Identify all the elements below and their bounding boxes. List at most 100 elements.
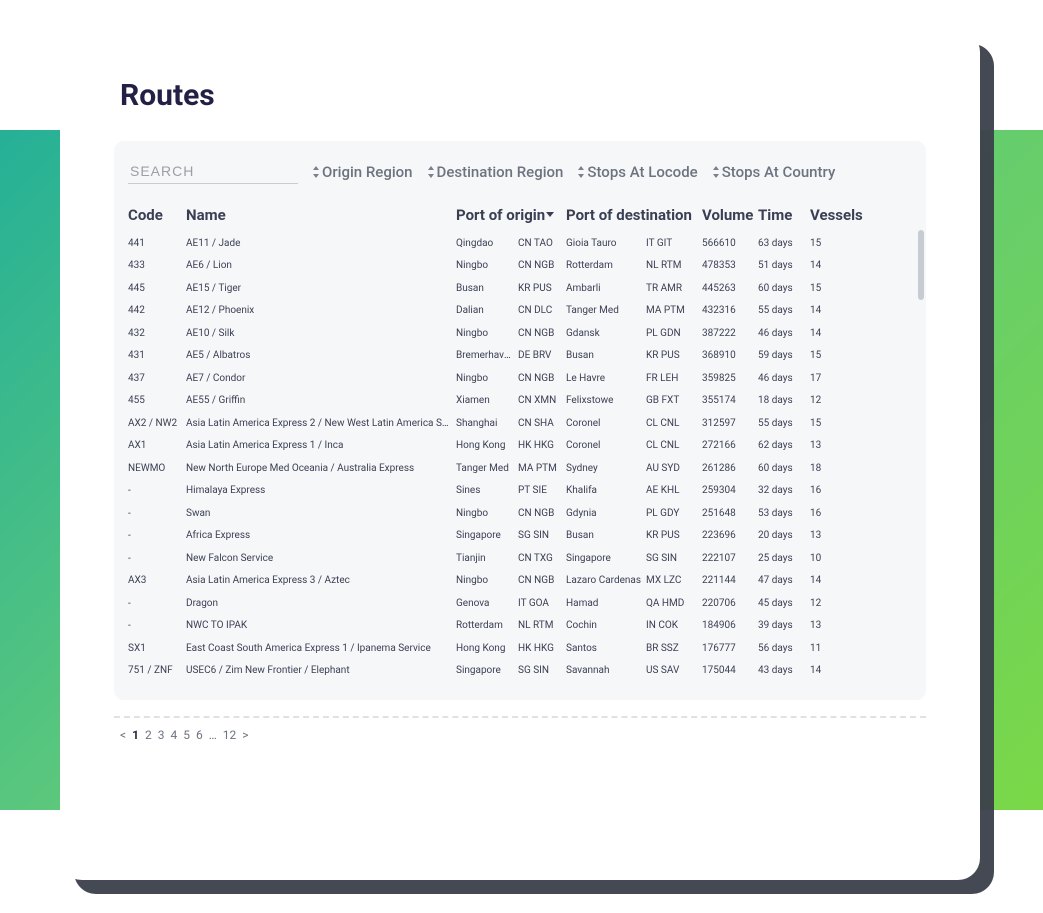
filter-origin-region[interactable]: Origin Region: [312, 163, 413, 181]
table-row[interactable]: 455AE55 / GriffinXiamenCN XMNFelixstoweG…: [128, 390, 912, 413]
cell-destination-locode: NL RTM: [646, 260, 702, 271]
search-input[interactable]: [128, 159, 298, 184]
table-row[interactable]: -New Falcon ServiceTianjinCN TXGSingapor…: [128, 547, 912, 570]
cell-origin-port: Tanger Med: [456, 463, 518, 474]
cell-origin-locode: CN XMN: [518, 395, 566, 406]
cell-name: AE6 / Lion: [186, 260, 456, 271]
cell-vessels: 14: [810, 305, 854, 316]
cell-origin-locode: DE BRV: [518, 350, 566, 361]
cell-origin-locode: PT SIE: [518, 485, 566, 496]
cell-origin-locode: CN NGB: [518, 328, 566, 339]
cell-vessels: 16: [810, 485, 854, 496]
filter-stops-at-locode[interactable]: Stops At Locode: [577, 163, 697, 181]
cell-time: 60 days: [758, 463, 810, 474]
table-row[interactable]: 433AE6 / LionNingboCN NGBRotterdamNL RTM…: [128, 255, 912, 278]
table-row[interactable]: 445AE15 / TigerBusanKR PUSAmbarliTR AMR4…: [128, 277, 912, 300]
cell-origin-locode: CN NGB: [518, 575, 566, 586]
table-row[interactable]: AX3Asia Latin America Express 3 / AztecN…: [128, 570, 912, 593]
cell-vessels: 15: [810, 238, 854, 249]
cell-name: AE5 / Albatros: [186, 350, 456, 361]
cell-destination-locode: FR LEH: [646, 373, 702, 384]
cell-name: New Falcon Service: [186, 553, 456, 564]
cell-vessels: 10: [810, 553, 854, 564]
cell-name: USEC6 / Zim New Frontier / Elephant: [186, 665, 456, 676]
cell-volume: 272166: [702, 440, 758, 451]
pagination-next[interactable]: >: [242, 728, 248, 742]
cell-time: 32 days: [758, 485, 810, 496]
cell-origin-locode: CN NGB: [518, 373, 566, 384]
table-area: Code Name Port of origin Port of destina…: [114, 192, 926, 700]
cell-vessels: 13: [810, 620, 854, 631]
table-row[interactable]: -SwanNingboCN NGBGdyniaPL GDY25164853 da…: [128, 502, 912, 525]
cell-destination-locode: IN COK: [646, 620, 702, 631]
divider: [114, 716, 926, 718]
cell-origin-locode: HK HKG: [518, 440, 566, 451]
cell-volume: 387222: [702, 328, 758, 339]
column-header-vessels[interactable]: Vessels: [810, 206, 854, 224]
sort-desc-icon: [546, 209, 554, 221]
pagination-pages: 123456: [132, 728, 203, 742]
table-row[interactable]: -Africa ExpressSingaporeSG SINBusanKR PU…: [128, 525, 912, 548]
cell-destination-locode: KR PUS: [646, 530, 702, 541]
cell-time: 25 days: [758, 553, 810, 564]
cell-code: 441: [128, 238, 186, 249]
table-row[interactable]: 432AE10 / SilkNingboCN NGBGdanskPL GDN38…: [128, 322, 912, 345]
cell-code: -: [128, 485, 186, 496]
cell-time: 62 days: [758, 440, 810, 451]
cell-origin-port: Singapore: [456, 530, 518, 541]
sort-icon: [312, 166, 320, 178]
cell-code: -: [128, 530, 186, 541]
pagination-ellipsis: …: [209, 728, 217, 742]
pagination-prev[interactable]: <: [120, 728, 126, 742]
filter-stops-at-country[interactable]: Stops At Country: [712, 163, 836, 181]
table-row[interactable]: NEWMONew North Europe Med Oceania / Aust…: [128, 457, 912, 480]
column-header-port-of-origin[interactable]: Port of origin: [456, 206, 566, 224]
table-row[interactable]: SX1East Coast South America Express 1 / …: [128, 637, 912, 660]
cell-destination-locode: SG SIN: [646, 553, 702, 564]
pagination-page[interactable]: 4: [171, 728, 178, 742]
cell-origin-port: Xiamen: [456, 395, 518, 406]
column-header-code[interactable]: Code: [128, 206, 186, 224]
column-header-volume[interactable]: Volume: [702, 206, 758, 224]
table-row[interactable]: -NWC TO IPAKRotterdamNL RTMCochinIN COK1…: [128, 615, 912, 638]
table-row[interactable]: 437AE7 / CondorNingboCN NGBLe HavreFR LE…: [128, 367, 912, 390]
cell-name: Asia Latin America Express 3 / Aztec: [186, 575, 456, 586]
table-row[interactable]: AX1Asia Latin America Express 1 / IncaHo…: [128, 435, 912, 458]
cell-code: 437: [128, 373, 186, 384]
cell-code: 455: [128, 395, 186, 406]
column-header-time[interactable]: Time: [758, 206, 810, 224]
toolbar: Origin Region Destination Region Stops A…: [114, 141, 926, 192]
pagination-page[interactable]: 5: [183, 728, 190, 742]
table-row[interactable]: AX2 / NW2Asia Latin America Express 2 / …: [128, 412, 912, 435]
cell-origin-port: Ningbo: [456, 328, 518, 339]
table-row[interactable]: 441AE11 / JadeQingdaoCN TAOGioia TauroIT…: [128, 232, 912, 255]
table-row[interactable]: -Himalaya ExpressSinesPT SIEKhalifaAE KH…: [128, 480, 912, 503]
table-row[interactable]: 431AE5 / AlbatrosBremerhavenDE BRVBusanK…: [128, 345, 912, 368]
column-header-port-of-destination[interactable]: Port of destination: [566, 206, 702, 224]
table-row[interactable]: 442AE12 / PhoenixDalianCN DLCTanger MedM…: [128, 300, 912, 323]
table-row[interactable]: 751 / ZNFUSEC6 / Zim New Frontier / Elep…: [128, 660, 912, 683]
column-header-name[interactable]: Name: [186, 206, 456, 224]
cell-destination-port: Santos: [566, 643, 646, 654]
main-card: Routes Origin Region Destination Region: [60, 30, 980, 880]
vertical-scrollbar[interactable]: [918, 230, 924, 300]
cell-destination-port: Hamad: [566, 598, 646, 609]
cell-volume: 261286: [702, 463, 758, 474]
pagination-page[interactable]: 6: [196, 728, 203, 742]
cell-code: 442: [128, 305, 186, 316]
cell-vessels: 12: [810, 395, 854, 406]
cell-destination-port: Cochin: [566, 620, 646, 631]
pagination-page[interactable]: 1: [132, 728, 139, 742]
cell-vessels: 17: [810, 373, 854, 384]
table-row[interactable]: -DragonGenovaIT GOAHamadQA HMD22070645 d…: [128, 592, 912, 615]
pagination-page[interactable]: 3: [158, 728, 165, 742]
cell-vessels: 14: [810, 575, 854, 586]
filter-destination-region[interactable]: Destination Region: [427, 163, 564, 181]
cell-destination-port: Gdynia: [566, 508, 646, 519]
cell-name: Asia Latin America Express 1 / Inca: [186, 440, 456, 451]
pagination-last[interactable]: 12: [223, 728, 237, 742]
cell-destination-locode: TR AMR: [646, 283, 702, 294]
pagination-page[interactable]: 2: [145, 728, 152, 742]
table-body: 441AE11 / JadeQingdaoCN TAOGioia TauroIT…: [128, 232, 912, 682]
cell-volume: 223696: [702, 530, 758, 541]
